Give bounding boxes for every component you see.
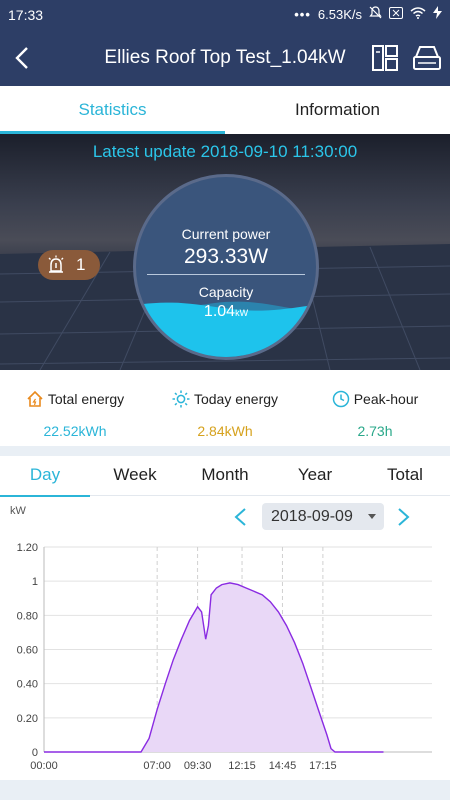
power-overview: Latest update 2018-09-10 11:30:00 1 Curr… (0, 134, 450, 370)
tab-label: Information (294, 100, 381, 119)
layout-icon (372, 45, 398, 71)
power-chart: 0 0.20 0.40 0.60 0.80 1 1.20 00:00 07:00 09:30 12:… (0, 537, 450, 780)
date-selector[interactable]: 2018-09-09 (262, 503, 384, 530)
device-button[interactable] (412, 45, 442, 71)
stat-label: Peak-hour (353, 391, 419, 407)
tab-statistics[interactable]: Statistics (0, 86, 225, 134)
wifi-icon (410, 6, 426, 22)
dropdown-caret-icon (368, 514, 376, 519)
mute-icon (369, 6, 382, 22)
notification-dots: ••• (294, 6, 311, 22)
y-tick-label: 0.80 (17, 610, 38, 622)
back-button[interactable] (10, 44, 34, 72)
bottom-spacer (0, 780, 450, 800)
main-tabs: Statistics Information (0, 86, 450, 134)
stat-peak-hour: Peak-hour 2.73h (300, 388, 450, 439)
status-bar: 17:33 ••• 6.53K/s (0, 0, 450, 30)
app-bar: Ellies Roof Top Test_1.04kW (0, 30, 450, 86)
power-gauge: Current power 293.33W Capacity 1.04kW (133, 174, 319, 360)
x-tick-label: 00:00 (30, 760, 58, 772)
energy-stats: Total energy 22.52kWh Today energy 2.84k… (0, 370, 450, 446)
capacity-unit: kW (235, 308, 249, 318)
x-tick-label: 09:30 (184, 760, 212, 772)
date-bar: kW 2018-09-09 (0, 497, 450, 537)
tab-total[interactable]: Total (360, 456, 450, 496)
selected-date: 2018-09-09 (271, 507, 353, 525)
tab-year[interactable]: Year (270, 456, 360, 496)
y-tick-label: 1 (32, 576, 38, 588)
capacity-fill-wave (136, 301, 316, 357)
sun-icon (172, 390, 190, 408)
x-tick-label: 14:45 (269, 760, 297, 772)
stat-value: 2.73h (357, 423, 393, 439)
capacity-number: 1.04 (203, 303, 236, 320)
page-title: Ellies Roof Top Test_1.04kW (104, 47, 346, 68)
chevron-left-icon (15, 47, 28, 69)
device-icon (413, 46, 441, 70)
tab-label: Total (387, 465, 423, 484)
stat-today-energy: Today energy 2.84kWh (150, 388, 300, 439)
y-tick-label: 1.20 (17, 542, 38, 554)
stat-value: 2.84kWh (197, 423, 253, 439)
tab-label: Statistics (78, 100, 147, 119)
alarm-icon (48, 255, 64, 273)
tab-label: Year (297, 465, 333, 484)
stat-total-energy: Total energy 22.52kWh (0, 388, 150, 439)
tab-day[interactable]: Day (0, 456, 90, 497)
x-tick-label: 07:00 (143, 760, 171, 772)
status-time: 17:33 (8, 7, 44, 23)
home-icon (27, 390, 43, 407)
clock-icon (332, 390, 349, 408)
stat-label: Today energy (193, 391, 279, 407)
y-axis-unit: kW (10, 505, 26, 517)
capacity-value: 1.04kW (136, 303, 316, 321)
y-tick-label: 0 (32, 747, 38, 759)
network-speed: 6.53K/s (317, 6, 362, 22)
tab-label: Day (29, 465, 61, 484)
section-divider (0, 446, 450, 456)
y-tick-label: 0.60 (17, 645, 38, 657)
alarm-badge[interactable]: 1 (38, 250, 100, 280)
tab-label: Month (201, 465, 249, 484)
alarm-count: 1 (76, 255, 86, 274)
layout-button[interactable] (371, 44, 399, 72)
range-tabs: Day Week Month Year Total (0, 456, 450, 497)
latest-update: Latest update 2018-09-10 11:30:00 (92, 142, 358, 161)
tab-label: Week (113, 465, 157, 484)
stat-label: Total energy (47, 391, 125, 407)
charging-icon (433, 6, 442, 22)
tab-month[interactable]: Month (180, 456, 270, 496)
power-area-chart: 0 0.20 0.40 0.60 0.80 1 1.20 00:00 07:00 09:30 12:… (17, 542, 432, 772)
y-tick-label: 0.40 (17, 679, 38, 691)
stat-value: 22.52kWh (43, 423, 107, 439)
x-tick-label: 12:15 (228, 760, 256, 772)
previous-date-button[interactable] (233, 507, 247, 527)
x-tick-label: 17:15 (309, 760, 337, 772)
tab-week[interactable]: Week (90, 456, 180, 496)
power-area (44, 582, 384, 752)
sim-icon (389, 6, 403, 22)
next-date-button[interactable] (397, 507, 411, 527)
tab-information[interactable]: Information (225, 86, 450, 134)
y-tick-label: 0.20 (17, 713, 38, 725)
